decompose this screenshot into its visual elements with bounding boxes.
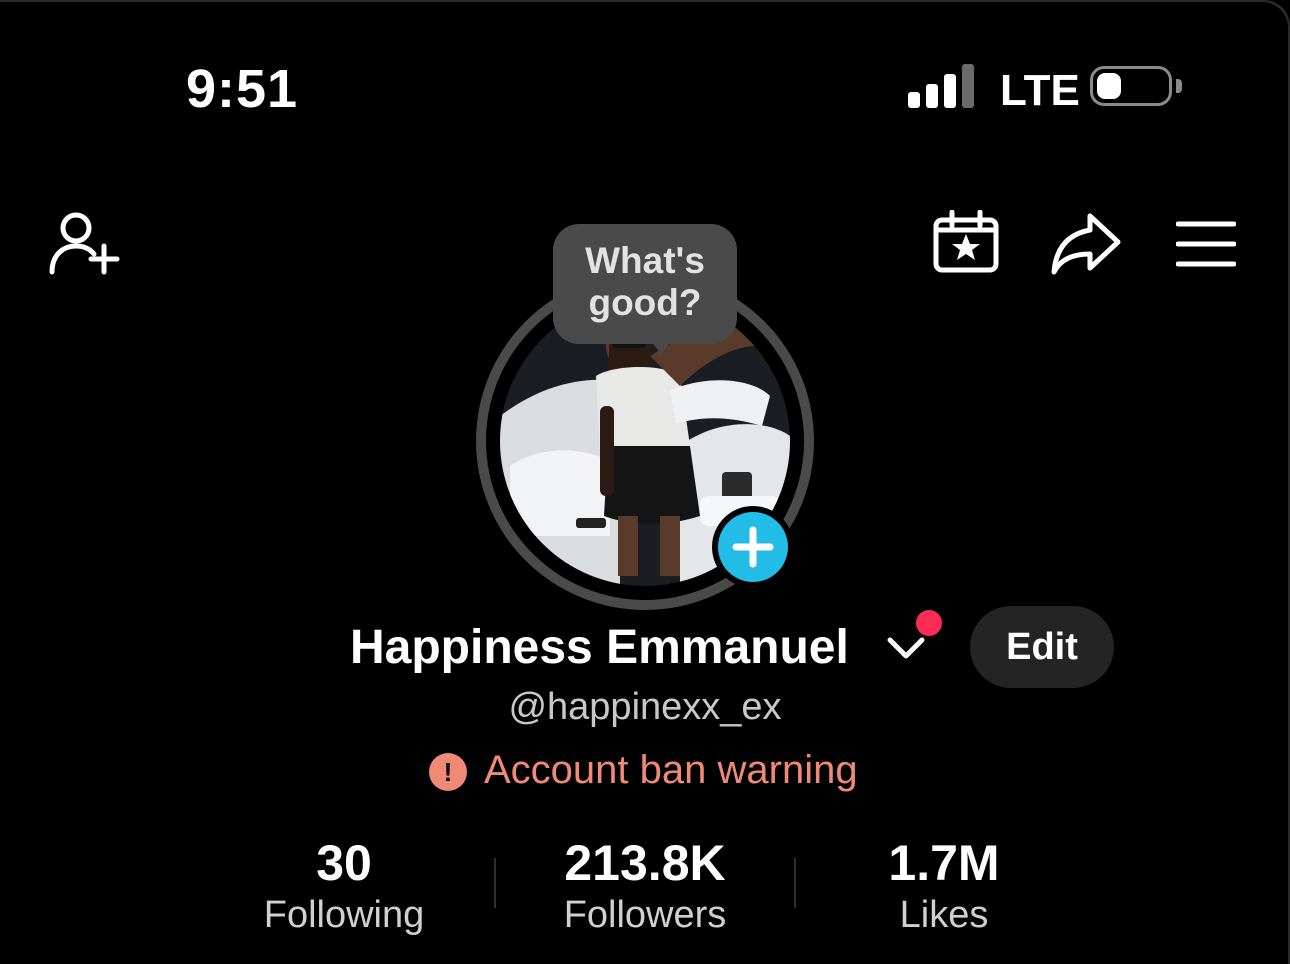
display-name[interactable]: Happiness Emmanuel xyxy=(350,620,849,675)
status-bubble-line-2: good? xyxy=(588,282,702,323)
svg-text:!: ! xyxy=(444,757,453,787)
phone-screen: 9:51 LTE What's good? Happiness Emmanuel… xyxy=(0,0,1290,964)
menu-icon[interactable] xyxy=(1176,220,1236,268)
following-label: Following xyxy=(263,894,425,936)
calendar-star-icon[interactable] xyxy=(932,210,1000,274)
likes-count: 1.7M xyxy=(888,835,1000,891)
username: @happinexx_ex xyxy=(508,686,782,728)
likes-label: Likes xyxy=(899,894,989,936)
following-count: 30 xyxy=(316,835,372,891)
stat-likes[interactable]: 1.7M Likes xyxy=(794,834,1094,938)
edit-profile-button[interactable]: Edit xyxy=(970,606,1114,688)
stat-following[interactable]: 30 Following xyxy=(194,834,494,938)
status-bubble[interactable]: What's good? xyxy=(553,224,737,344)
status-bubble-tail xyxy=(650,340,672,354)
stat-followers[interactable]: 213.8K Followers xyxy=(495,834,795,938)
add-friend-icon[interactable] xyxy=(48,210,120,276)
plus-icon xyxy=(718,512,788,582)
warning-text: Account ban warning xyxy=(484,748,858,792)
add-story-button[interactable] xyxy=(712,506,794,588)
share-icon[interactable] xyxy=(1050,212,1122,276)
followers-label: Followers xyxy=(563,894,727,936)
network-type: LTE xyxy=(1000,66,1080,115)
status-time: 9:51 xyxy=(186,59,299,119)
battery-level xyxy=(1097,73,1121,99)
status-bubble-line-1: What's xyxy=(585,240,705,281)
battery-cap xyxy=(1176,79,1182,93)
followers-count: 213.8K xyxy=(564,835,726,891)
battery-icon xyxy=(1090,66,1172,106)
signal-strength-icon xyxy=(908,64,978,108)
exclamation-icon: ! xyxy=(428,752,468,792)
notification-dot xyxy=(916,610,942,636)
